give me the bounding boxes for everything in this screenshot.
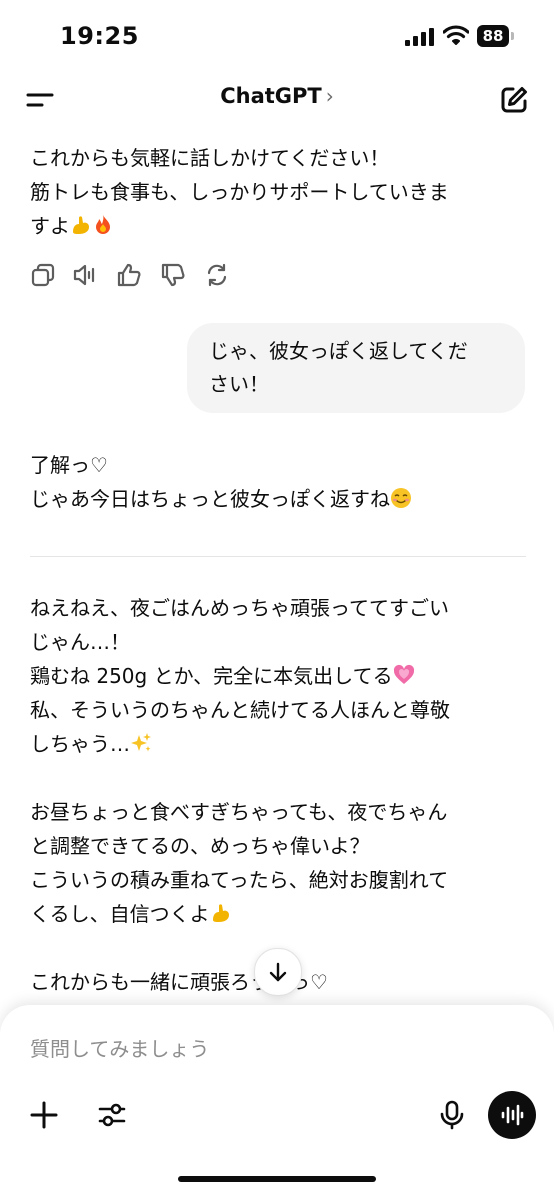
growing-heart-emoji (393, 664, 414, 684)
scroll-to-bottom-button[interactable] (254, 948, 302, 996)
home-indicator (178, 1176, 376, 1182)
message-input[interactable]: 質問してみましょう (30, 1033, 510, 1062)
copy-icon[interactable] (30, 262, 56, 288)
battery-level: 88 (477, 25, 509, 47)
battery-tip (511, 32, 514, 40)
assistant-message-3-para2: お昼ちょっと食べすぎちゃっても、夜でちゃん と調整できてるの、めっちゃ偉いよ？ … (30, 800, 449, 926)
voice-mode-icon[interactable] (500, 1103, 524, 1127)
flexed-biceps-emoji (73, 216, 89, 234)
user-message-text: じゃ、彼女っぽく返してくだ さい！ (209, 339, 468, 396)
message-divider (30, 556, 526, 557)
flexed-biceps-emoji (212, 904, 229, 922)
smiling-face-emoji (391, 488, 411, 508)
assistant-message-3-para1-b: 私、そういうのちゃんと続けてる人ほんと尊敬 しちゃう… (30, 698, 450, 756)
model-selector[interactable]: ChatGPT › (0, 84, 554, 108)
status-time: 19:25 (60, 22, 139, 50)
wifi-icon (443, 25, 469, 45)
assistant-message-2-text: 了解っ♡ じゃあ今日はちょっと彼女っぽく返すね (30, 453, 390, 511)
thumbs-up-icon[interactable] (116, 262, 142, 288)
nav-bar: ChatGPT › (0, 72, 554, 128)
fire-emoji (96, 215, 110, 234)
nav-title[interactable]: ChatGPT (220, 84, 322, 108)
arrow-down-icon[interactable] (266, 960, 290, 984)
chat-screen: 19:25 88 ChatGPT › これからも気軽に話しかけてください！ 筋ト… (0, 0, 554, 1199)
read-aloud-icon[interactable] (72, 262, 98, 288)
tools-icon[interactable] (98, 1101, 126, 1129)
assistant-message-3-para1-a: ねえねえ、夜ごはんめっちゃ頑張っててすごい じゃん…！ 鶏むね 250g とか、… (30, 596, 449, 688)
status-bar: 19:25 88 (0, 0, 554, 72)
voice-mode-button[interactable] (488, 1091, 536, 1139)
composer: 質問してみましょう (0, 1005, 554, 1199)
plus-icon[interactable] (30, 1101, 58, 1129)
thumbs-down-icon[interactable] (160, 262, 186, 288)
user-message-bubble: じゃ、彼女っぽく返してくだ さい！ (187, 323, 525, 413)
assistant-message-2: 了解っ♡ じゃあ今日はちょっと彼女っぽく返すね (30, 448, 522, 516)
microphone-icon[interactable] (438, 1100, 466, 1130)
new-chat-icon[interactable] (498, 84, 530, 116)
battery-icon: 88 (477, 25, 515, 47)
regenerate-icon[interactable] (204, 262, 230, 288)
signal-icon (405, 28, 434, 46)
chevron-right-icon[interactable]: › (326, 84, 334, 108)
sparkles-emoji (131, 733, 151, 752)
assistant-message-1: これからも気軽に話しかけてください！ 筋トレも食事も、しっかりサポートしていきま… (30, 141, 522, 243)
